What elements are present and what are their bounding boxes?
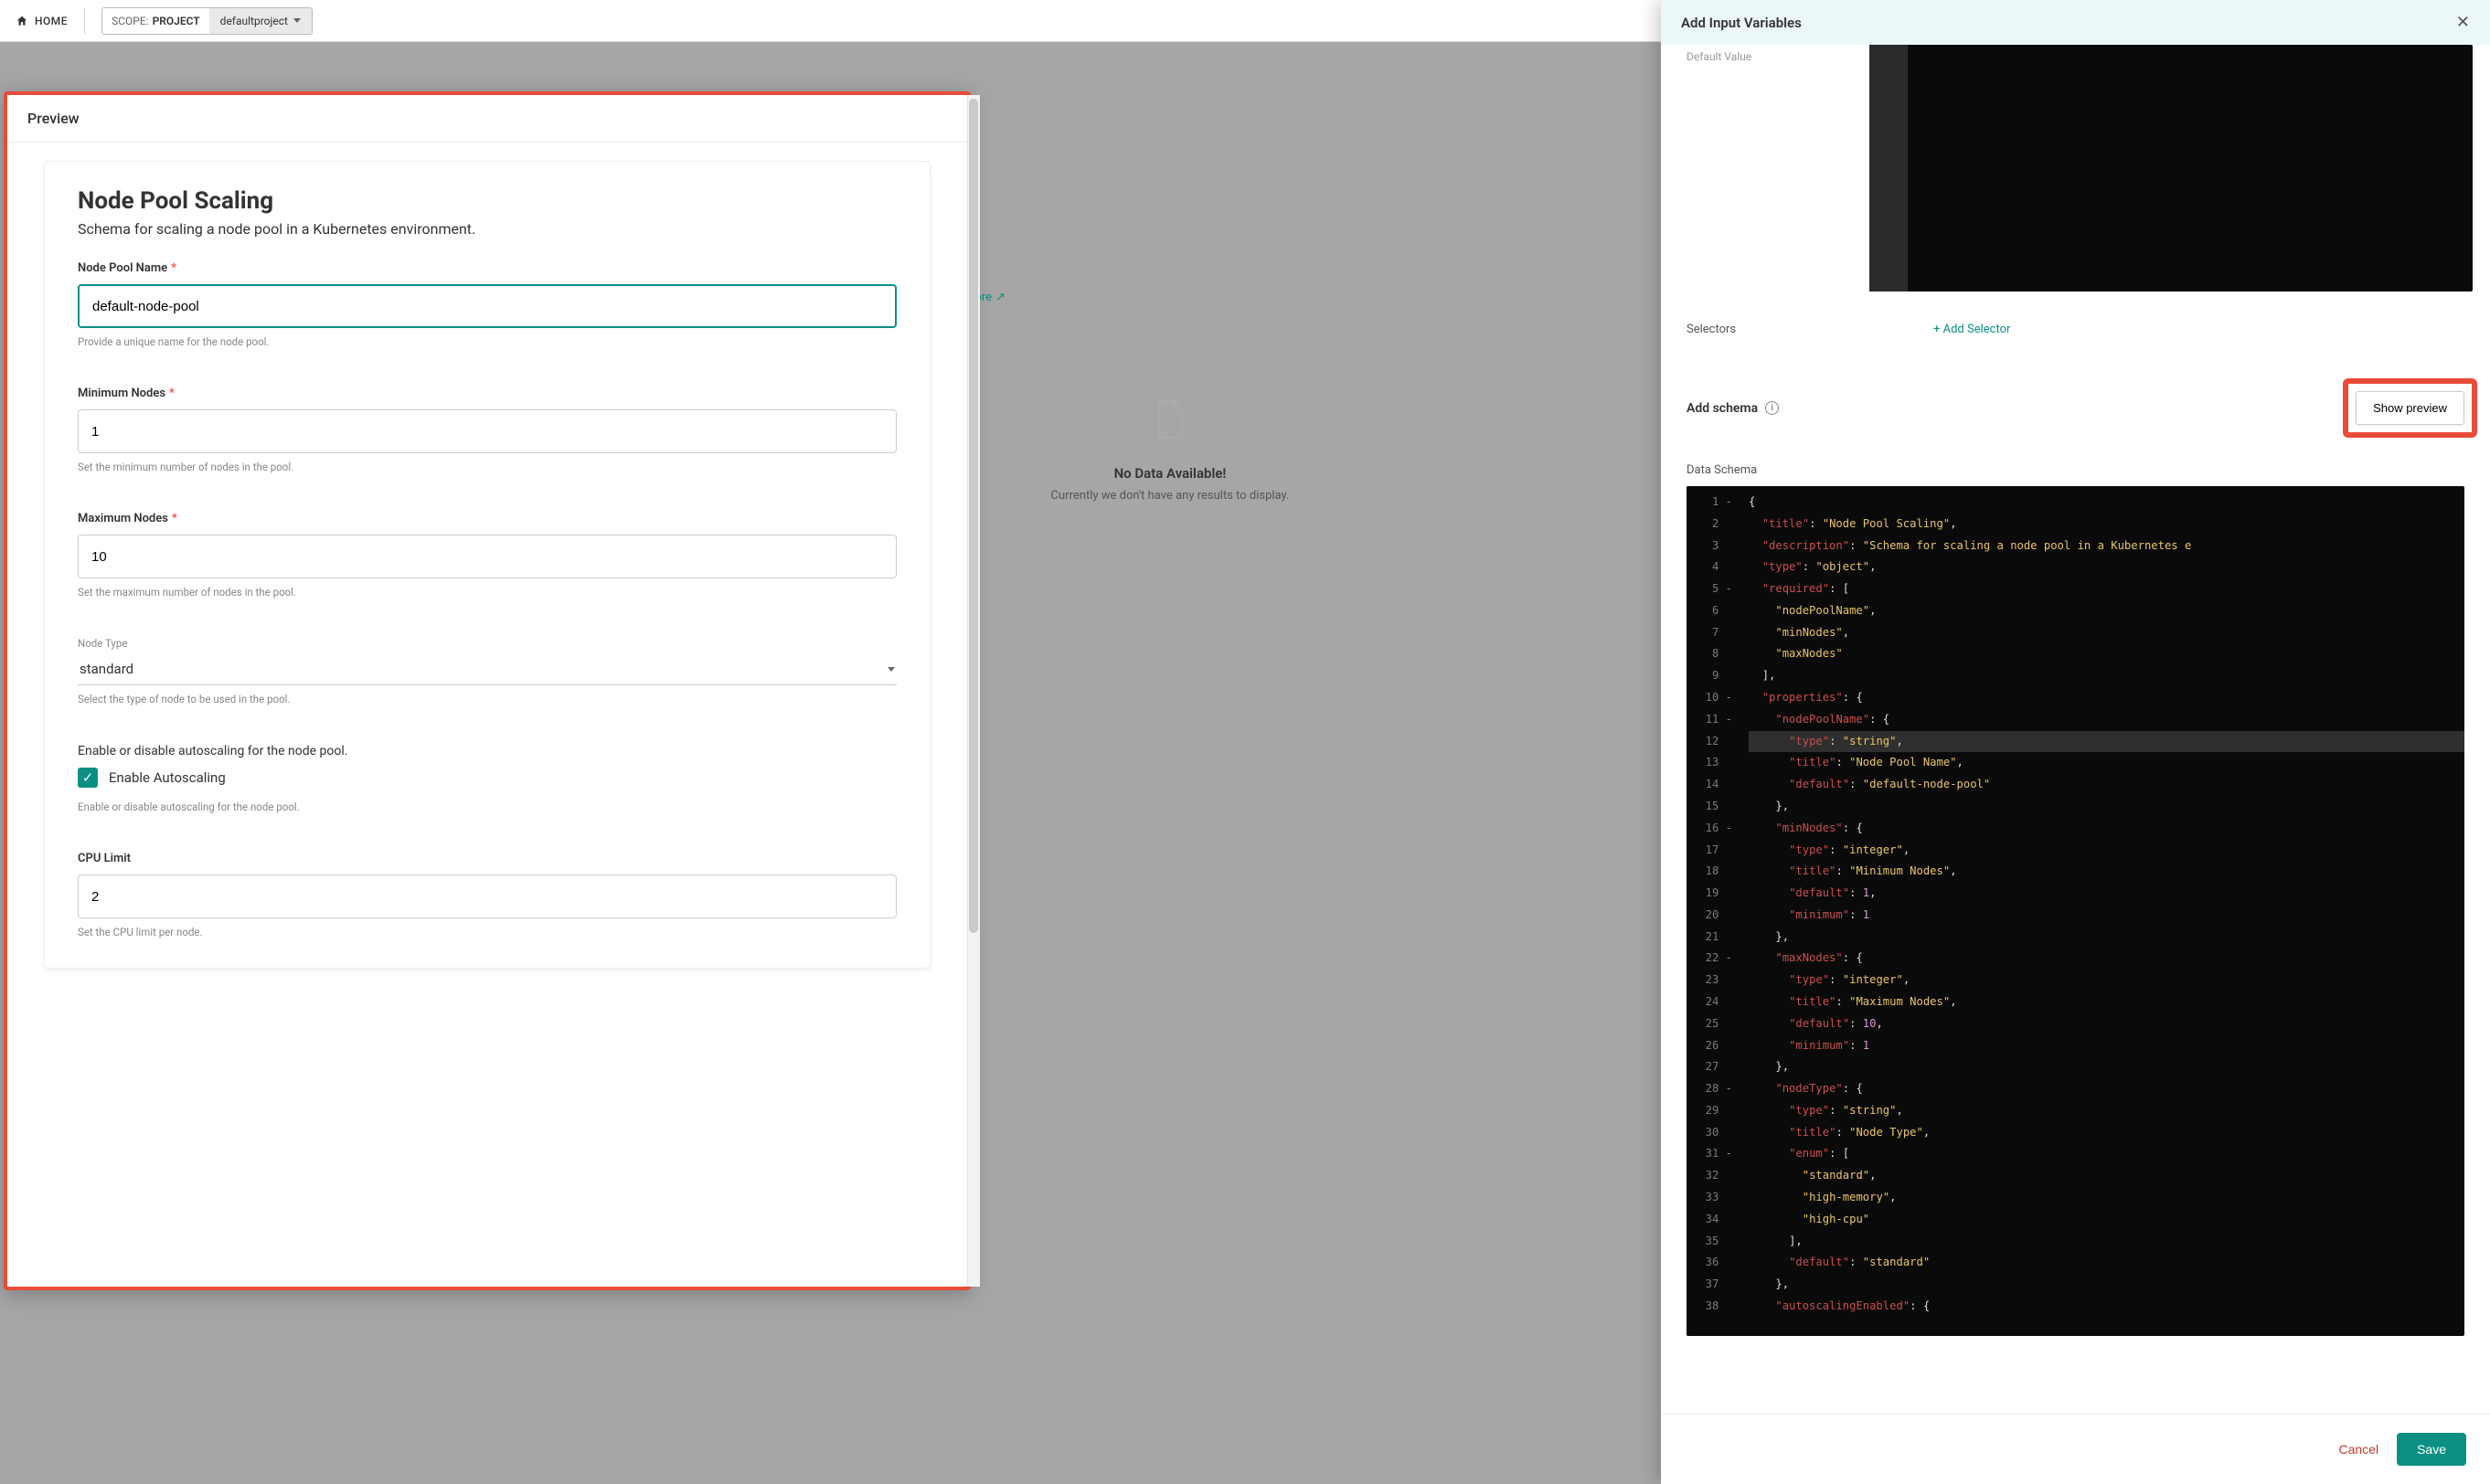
field-help: Select the type of node to be used in th… — [78, 693, 897, 705]
external-link-icon: ↗ — [995, 291, 1006, 304]
sidebar-header: Add Input Variables ✕ — [1661, 0, 2490, 45]
field-label: Maximum Nodes * — [78, 512, 897, 525]
cpu-limit-input[interactable] — [78, 874, 897, 918]
selectors-row: Selectors + Add Selector — [1687, 323, 2464, 336]
form-title: Node Pool Scaling — [78, 187, 897, 215]
add-selector-button[interactable]: + Add Selector — [1933, 323, 2010, 336]
field-label: Node Pool Name * — [78, 261, 897, 275]
scope-value-picker[interactable]: defaultproject — [209, 8, 312, 34]
preview-scroll-thumb[interactable] — [969, 99, 978, 933]
schema-code-editor[interactable]: 1 - 2 3 4 5 - 6 7 8 9 10 - 11 - 12 13 14… — [1687, 486, 2464, 1336]
checkbox-label: Enable Autoscaling — [109, 769, 226, 786]
checkbox-checked-icon[interactable]: ✓ — [78, 768, 98, 788]
scope-prefix: SCOPE: — [112, 15, 149, 27]
chevron-down-icon — [293, 18, 301, 23]
show-preview-button[interactable]: Show preview — [2356, 391, 2464, 425]
home-button[interactable]: HOME — [15, 15, 68, 27]
preview-header: Preview — [7, 95, 967, 143]
chevron-down-icon — [888, 667, 895, 672]
editor-gutter — [1869, 45, 1908, 292]
code-gutter: 1 - 2 3 4 5 - 6 7 8 9 10 - 11 - 12 13 14… — [1687, 486, 1740, 1336]
field-label: CPU Limit — [78, 852, 897, 865]
max-nodes-input[interactable] — [78, 535, 897, 578]
scope-label: SCOPE: PROJECT — [102, 8, 209, 34]
code-text: { "title": "Node Pool Scaling", "descrip… — [1740, 486, 2464, 1336]
required-asterisk: * — [172, 512, 177, 525]
node-pool-name-input[interactable] — [78, 284, 897, 328]
field-label: Node Type — [78, 637, 897, 650]
autoscaling-checkbox-row[interactable]: ✓ Enable Autoscaling — [78, 768, 897, 788]
scope-value: defaultproject — [220, 15, 288, 27]
label-text: Maximum Nodes — [78, 512, 168, 525]
field-min-nodes: Minimum Nodes * Set the minimum number of… — [78, 387, 897, 473]
add-schema-row: Add schema i Show preview — [1687, 391, 2464, 425]
required-asterisk: * — [169, 387, 175, 400]
sidebar-footer: Cancel Save — [1661, 1414, 2490, 1484]
default-value-label: Default Value — [1687, 50, 1751, 63]
field-node-type: Node Type standard Select the type of no… — [78, 637, 897, 705]
label-text: Minimum Nodes — [78, 387, 165, 400]
cancel-button[interactable]: Cancel — [2338, 1433, 2378, 1466]
sidebar-body: Default Value Selectors + Add Selector A… — [1661, 45, 2490, 1414]
preview-body: Node Pool Scaling Schema for scaling a n… — [7, 143, 967, 1283]
required-asterisk: * — [171, 261, 176, 275]
sidebar-title: Add Input Variables — [1681, 15, 1802, 31]
field-help: Enable or disable autoscaling for the no… — [78, 800, 897, 813]
form-description: Schema for scaling a node pool in a Kube… — [78, 220, 897, 238]
close-button[interactable]: ✕ — [2456, 13, 2470, 32]
field-cpu-limit: CPU Limit Set the CPU limit per node. — [78, 852, 897, 938]
field-group-label: Enable or disable autoscaling for the no… — [78, 744, 897, 758]
add-schema-label-group: Add schema i — [1687, 401, 1779, 416]
field-node-pool-name: Node Pool Name * Provide a unique name fo… — [78, 261, 897, 348]
scope-selector[interactable]: SCOPE: PROJECT defaultproject — [101, 7, 313, 35]
close-icon: ✕ — [2456, 13, 2470, 32]
node-type-select[interactable]: standard — [78, 655, 897, 685]
no-data-title: No Data Available! — [905, 465, 1435, 482]
scope-type: PROJECT — [153, 15, 200, 27]
field-help: Set the minimum number of nodes in the p… — [78, 461, 897, 473]
default-value-editor[interactable] — [1869, 45, 2473, 292]
field-max-nodes: Maximum Nodes * Set the maximum number of… — [78, 512, 897, 599]
save-button[interactable]: Save — [2397, 1433, 2466, 1466]
document-icon — [905, 398, 1435, 449]
no-data-placeholder: No Data Available! Currently we don't ha… — [905, 398, 1435, 503]
form-card: Node Pool Scaling Schema for scaling a n… — [44, 161, 931, 969]
field-autoscaling: Enable or disable autoscaling for the no… — [78, 744, 897, 813]
field-help: Set the maximum number of nodes in the p… — [78, 586, 897, 599]
info-icon[interactable]: i — [1765, 401, 1779, 415]
add-input-variables-sidebar: Add Input Variables ✕ Default Value Sele… — [1661, 0, 2490, 1484]
field-label: Minimum Nodes * — [78, 387, 897, 400]
label-text: Node Pool Name — [78, 261, 167, 275]
data-schema-label: Data Schema — [1687, 463, 2464, 477]
show-preview-highlight: Show preview — [2356, 391, 2464, 425]
divider — [84, 8, 85, 34]
selectors-label: Selectors — [1687, 323, 1933, 336]
add-schema-label: Add schema — [1687, 401, 1758, 416]
preview-panel: Preview Node Pool Scaling Schema for sca… — [4, 91, 971, 1290]
preview-scrollbar[interactable] — [967, 95, 980, 1287]
select-value: standard — [80, 661, 133, 677]
field-help: Provide a unique name for the node pool. — [78, 335, 897, 348]
home-label: HOME — [35, 15, 68, 27]
min-nodes-input[interactable] — [78, 409, 897, 453]
field-help: Set the CPU limit per node. — [78, 926, 897, 938]
home-icon — [15, 15, 29, 27]
no-data-sub: Currently we don't have any results to d… — [905, 489, 1435, 503]
